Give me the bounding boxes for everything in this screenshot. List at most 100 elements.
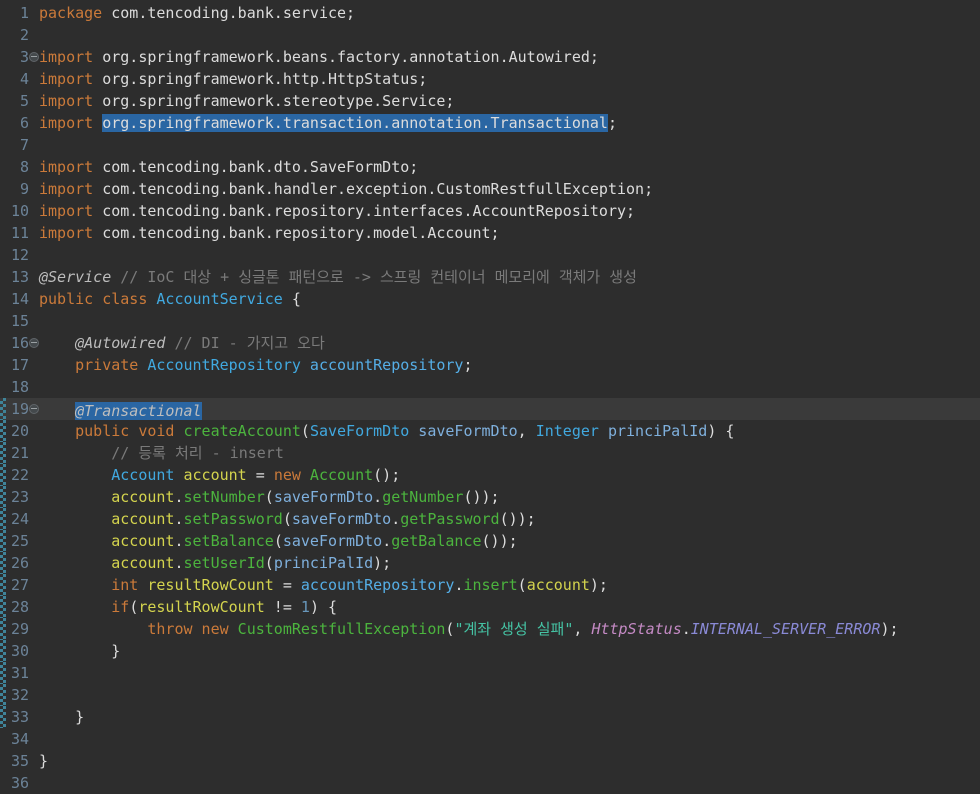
gutter: 22 <box>0 464 39 486</box>
code-line: 26 account.setUserId(princiPalId); <box>0 552 980 574</box>
code-token: account <box>174 466 247 484</box>
code-line: 31 <box>0 662 980 684</box>
code-line-content[interactable]: // 등록 처리 - insert <box>39 442 980 464</box>
line-number[interactable]: 36 <box>0 772 29 794</box>
line-number[interactable]: 30 <box>0 640 29 662</box>
line-number[interactable]: 22 <box>0 464 29 486</box>
code-token: import <box>39 92 94 110</box>
line-number[interactable]: 15 <box>0 310 29 332</box>
code-line-content[interactable] <box>39 134 980 156</box>
code-line-content[interactable]: public void createAccount(SaveFormDto sa… <box>39 420 980 442</box>
line-number[interactable]: 11 <box>0 222 29 244</box>
code-token: import <box>39 114 94 132</box>
fold-collapse-icon[interactable] <box>29 338 39 348</box>
line-number[interactable]: 24 <box>0 508 29 530</box>
line-number[interactable]: 33 <box>0 706 29 728</box>
code-line-content[interactable] <box>39 244 980 266</box>
code-line-content[interactable]: import org.springframework.http.HttpStat… <box>39 68 980 90</box>
code-line-content[interactable]: account.setPassword(saveFormDto.getPassw… <box>39 508 980 530</box>
code-line-content[interactable]: throw new CustomRestfullException("계좌 생성… <box>39 618 980 640</box>
line-number[interactable]: 29 <box>0 618 29 640</box>
code-line-content[interactable] <box>39 662 980 684</box>
line-number[interactable]: 10 <box>0 200 29 222</box>
line-number[interactable]: 21 <box>0 442 29 464</box>
code-line-content[interactable]: Account account = new Account(); <box>39 464 980 486</box>
line-number[interactable]: 20 <box>0 420 29 442</box>
gutter: 24 <box>0 508 39 530</box>
code-line: 13 @Service // IoC 대상 + 싱글톤 패턴으로 -> 스프링 컨… <box>0 266 980 288</box>
line-number[interactable]: 14 <box>0 288 29 310</box>
code-token: ()); <box>463 488 500 506</box>
code-token: int <box>111 576 139 594</box>
code-token: } <box>39 752 49 770</box>
code-token: // IoC 대상 + 싱글톤 패턴으로 -> 스프링 컨테이너 메모리에 객체… <box>111 268 637 286</box>
code-line-content[interactable]: package com.tencoding.bank.service; <box>39 2 980 24</box>
line-number[interactable]: 17 <box>0 354 29 376</box>
code-line-content[interactable] <box>39 772 980 794</box>
code-line-content[interactable]: import org.springframework.stereotype.Se… <box>39 90 980 112</box>
line-number[interactable]: 34 <box>0 728 29 750</box>
code-line-content[interactable]: import com.tencoding.bank.handler.except… <box>39 178 980 200</box>
line-number[interactable]: 35 <box>0 750 29 772</box>
code-line-content[interactable]: } <box>39 640 980 662</box>
line-number[interactable]: 1 <box>0 2 29 24</box>
gutter: 13 <box>0 266 39 288</box>
code-line-content[interactable]: int resultRowCount = accountRepository.i… <box>39 574 980 596</box>
fold-collapse-icon[interactable] <box>29 404 39 414</box>
code-line-content[interactable]: account.setNumber(saveFormDto.getNumber(… <box>39 486 980 508</box>
code-line-content[interactable] <box>39 310 980 332</box>
line-number[interactable]: 6 <box>0 112 29 134</box>
code-line-content[interactable]: } <box>39 750 980 772</box>
line-number[interactable]: 26 <box>0 552 29 574</box>
line-number[interactable]: 3 <box>0 46 29 68</box>
code-line-content[interactable]: @Service // IoC 대상 + 싱글톤 패턴으로 -> 스프링 컨테이… <box>39 266 980 288</box>
line-number[interactable]: 16 <box>0 332 29 354</box>
code-line-content[interactable]: private AccountRepository accountReposit… <box>39 354 980 376</box>
code-line: 8 import com.tencoding.bank.dto.SaveFormD… <box>0 156 980 178</box>
code-line-content[interactable]: import com.tencoding.bank.repository.mod… <box>39 222 980 244</box>
code-line-content[interactable]: account.setUserId(princiPalId); <box>39 552 980 574</box>
code-line: 29 throw new CustomRestfullException("계좌… <box>0 618 980 640</box>
code-line-content[interactable]: import com.tencoding.bank.repository.int… <box>39 200 980 222</box>
line-number[interactable]: 25 <box>0 530 29 552</box>
code-line-content[interactable]: @Transactional <box>39 398 980 420</box>
code-token: HttpStatus <box>591 620 682 638</box>
code-line-content[interactable]: @Autowired // DI - 가지고 오다 <box>39 332 980 354</box>
line-number[interactable]: 4 <box>0 68 29 90</box>
line-number[interactable]: 23 <box>0 486 29 508</box>
code-token: AccountRepository <box>138 356 301 374</box>
line-number[interactable]: 19 <box>0 398 29 420</box>
code-token: com.tencoding.bank.repository.interfaces… <box>93 202 636 220</box>
fold-collapse-icon[interactable] <box>29 52 39 62</box>
code-token: accountRepository <box>300 576 455 594</box>
line-number[interactable]: 9 <box>0 178 29 200</box>
line-number[interactable]: 18 <box>0 376 29 398</box>
code-token: getNumber <box>382 488 464 506</box>
line-number[interactable]: 5 <box>0 90 29 112</box>
line-number[interactable]: 7 <box>0 134 29 156</box>
code-line-content[interactable]: public class AccountService { <box>39 288 980 310</box>
line-number[interactable]: 31 <box>0 662 29 684</box>
code-line-content[interactable]: account.setBalance(saveFormDto.getBalanc… <box>39 530 980 552</box>
code-line-content[interactable] <box>39 684 980 706</box>
code-token: account <box>111 510 175 528</box>
code-line-content[interactable] <box>39 24 980 46</box>
code-line-content[interactable] <box>39 376 980 398</box>
line-number[interactable]: 2 <box>0 24 29 46</box>
code-token: account <box>111 488 175 506</box>
code-line-content[interactable]: import org.springframework.beans.factory… <box>39 46 980 68</box>
line-number[interactable]: 28 <box>0 596 29 618</box>
line-number[interactable]: 8 <box>0 156 29 178</box>
line-number[interactable]: 27 <box>0 574 29 596</box>
line-number[interactable]: 32 <box>0 684 29 706</box>
code-line-content[interactable]: import com.tencoding.bank.dto.SaveFormDt… <box>39 156 980 178</box>
gutter: 17 <box>0 354 39 376</box>
line-number[interactable]: 12 <box>0 244 29 266</box>
code-line-content[interactable]: if(resultRowCount != 1) { <box>39 596 980 618</box>
code-line-content[interactable]: import org.springframework.transaction.a… <box>39 112 980 134</box>
line-number[interactable]: 13 <box>0 266 29 288</box>
code-line-content[interactable]: } <box>39 706 980 728</box>
code-line-content[interactable] <box>39 728 980 750</box>
